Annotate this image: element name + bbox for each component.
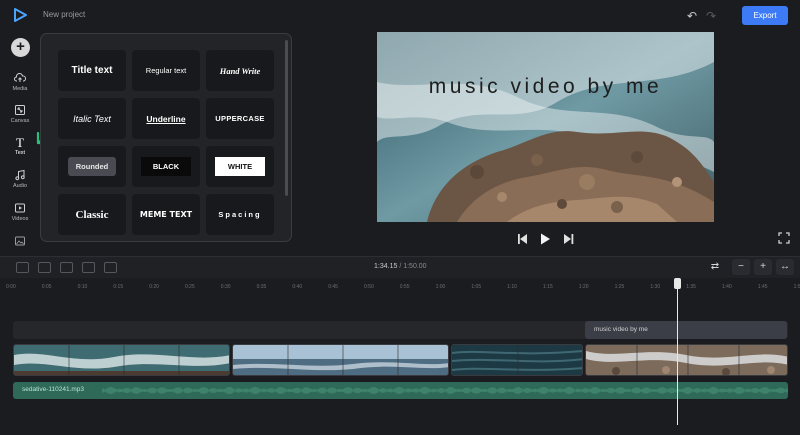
ruler-tick: 0:50	[364, 284, 374, 290]
delete-icon[interactable]	[104, 262, 117, 273]
zoom-out-button[interactable]: −	[732, 259, 750, 275]
ruler-tick: 1:30	[650, 284, 661, 290]
ruler-tick: 0:35	[256, 284, 267, 290]
rail-item-media[interactable]: Media	[0, 72, 40, 92]
ruler-tick: 0:25	[185, 284, 195, 290]
ruler-tick: 1:40	[722, 284, 732, 290]
video-clip-3[interactable]	[451, 344, 583, 376]
app-logo-icon[interactable]	[12, 7, 28, 23]
text-style-regular[interactable]: Regular text	[132, 50, 200, 91]
rail-item-audio[interactable]: Audio	[0, 169, 40, 189]
split-icon[interactable]	[16, 262, 29, 273]
ruler-tick: 1:00	[435, 284, 446, 290]
add-media-button[interactable]: +	[11, 38, 30, 57]
time-separator: /	[399, 263, 402, 270]
text-style-rounded: Rounded	[67, 157, 117, 176]
ruler-tick: 0:55	[399, 284, 410, 290]
video-clip-4[interactable]	[585, 344, 788, 376]
timecode: 1:34.15 / 1:50.00	[374, 263, 427, 270]
rail-item-videos[interactable]: Videos	[0, 202, 40, 222]
ruler-tick: 1:45	[757, 284, 768, 290]
text-style-underline[interactable]: Underline	[132, 98, 200, 139]
audio-clip-label: sedative-110241.mp3	[22, 386, 85, 393]
preview-overlay-text[interactable]: music video by me	[377, 75, 714, 99]
fit-timeline-icon[interactable]: ⇄	[706, 259, 724, 275]
upload-cloud-icon	[14, 72, 26, 82]
text-style-handwrite[interactable]: Hand Write	[206, 50, 274, 91]
rail-label-videos: Videos	[11, 216, 29, 222]
text-style-rounded-tile[interactable]: Rounded	[58, 146, 126, 187]
ruler-tick: 0:40	[292, 284, 303, 290]
rail-item-images[interactable]	[0, 235, 40, 247]
preview-frame-image	[377, 32, 714, 222]
duplicate-icon[interactable]	[38, 262, 51, 273]
image-icon	[15, 236, 25, 246]
rail-label-text: Text	[14, 150, 26, 156]
rail-label-audio: Audio	[12, 183, 28, 189]
current-time: 1:34.15	[374, 263, 398, 270]
playback-controls	[516, 232, 576, 246]
playhead[interactable]	[677, 282, 678, 425]
text-clip[interactable]: music video by me	[585, 321, 787, 339]
ruler-tick: 1:25	[614, 284, 625, 290]
ruler-tick: 1:05	[471, 284, 482, 290]
expand-timeline-icon[interactable]: ↔	[776, 259, 794, 275]
playhead-handle[interactable]	[674, 278, 681, 289]
text-style-black: BLACK	[140, 157, 192, 176]
align-icon[interactable]	[60, 262, 73, 273]
video-preview[interactable]: music video by me	[377, 32, 714, 222]
export-button[interactable]: Export	[742, 6, 788, 25]
ruler-tick: 1:35	[686, 284, 696, 290]
text-style-italic[interactable]: Italic Text	[58, 98, 126, 139]
ruler-tick: 0:05	[41, 284, 52, 290]
text-style-spacing[interactable]: Spacing	[206, 194, 274, 235]
redo-icon[interactable]: ↷	[706, 9, 716, 23]
ruler-tick: 0:30	[220, 284, 231, 290]
ruler-tick: 0:20	[149, 284, 159, 290]
ruler-tick: 1:20	[578, 284, 589, 290]
play-icon[interactable]	[541, 233, 550, 245]
text-style-white-tile[interactable]: WHITE	[206, 146, 274, 187]
ruler-tick: 1:15	[543, 284, 553, 290]
total-time: 1:50.00	[403, 263, 427, 270]
ruler-tick: 0:00	[6, 284, 16, 290]
text-style-classic[interactable]: Classic	[58, 194, 126, 235]
zoom-in-button[interactable]: +	[754, 259, 772, 275]
text-icon: T	[16, 136, 24, 148]
video-clip-2[interactable]	[232, 344, 449, 376]
music-note-icon	[15, 169, 25, 181]
canvas-resize-icon	[15, 105, 25, 115]
ruler-tick: 0:15	[113, 284, 124, 290]
ruler-tick: 0:45	[328, 284, 338, 290]
project-name[interactable]: New project	[43, 10, 85, 19]
ruler-tick: 1:10	[507, 284, 517, 290]
skip-back-icon[interactable]	[518, 234, 527, 244]
text-style-white: WHITE	[214, 157, 266, 176]
rail-label-media: Media	[12, 86, 28, 92]
layer-icon[interactable]	[82, 262, 95, 273]
ruler-tick: 1:50	[793, 284, 800, 290]
text-style-title[interactable]: Title text	[58, 50, 126, 91]
audio-waveform	[102, 387, 788, 394]
panel-scrollbar[interactable]	[285, 40, 288, 196]
video-icon	[15, 203, 25, 213]
skip-forward-icon[interactable]	[564, 234, 574, 244]
svg-text:T: T	[16, 136, 24, 148]
undo-icon[interactable]: ↶	[687, 9, 697, 23]
audio-clip[interactable]: sedative-110241.mp3	[13, 382, 788, 399]
text-style-black-tile[interactable]: BLACK	[132, 146, 200, 187]
video-clip-1[interactable]	[13, 344, 230, 376]
text-styles-panel: Title text Regular text Hand Write Itali…	[40, 33, 292, 242]
rail-item-canvas[interactable]: Canvas	[0, 104, 40, 124]
rail-label-canvas: Canvas	[10, 118, 30, 124]
top-bar: New project ↶ ↷ Export	[0, 0, 800, 30]
text-style-uppercase[interactable]: UPPERCASE	[206, 98, 274, 139]
ruler-tick: 0:10	[77, 284, 88, 290]
text-style-meme[interactable]: MEME TEXT	[132, 194, 200, 235]
fullscreen-icon[interactable]	[778, 232, 790, 244]
